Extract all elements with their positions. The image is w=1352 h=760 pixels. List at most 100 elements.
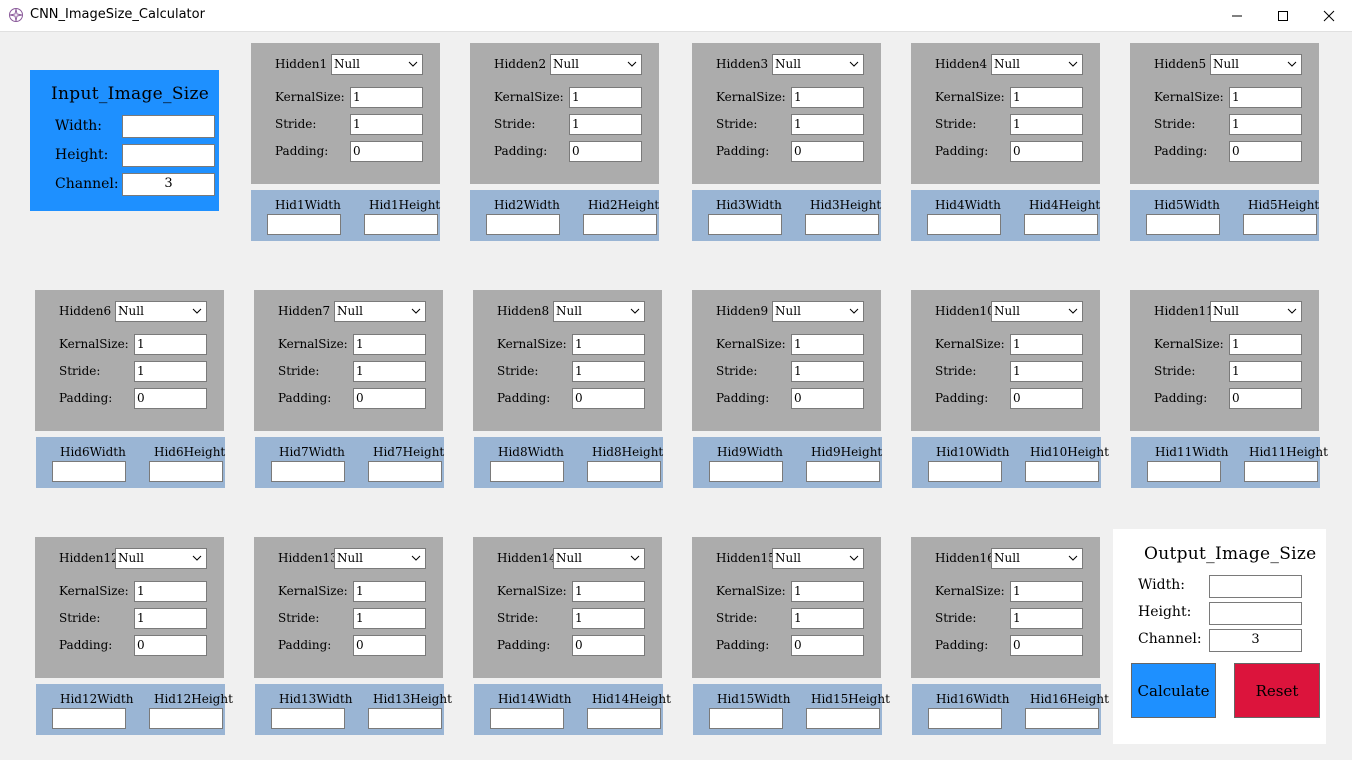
hidden14-padding-input[interactable]: 0 [572,635,645,656]
hidden2-height-output[interactable] [583,214,657,235]
hidden7-width-output[interactable] [271,461,345,482]
hidden1-width-output[interactable] [267,214,341,235]
hidden11-padding-input[interactable]: 0 [1229,388,1302,409]
hidden4-padding-input[interactable]: 0 [1010,141,1083,162]
hidden3-type-dropdown[interactable]: Null [772,54,864,75]
hidden5-height-output[interactable] [1243,214,1317,235]
hidden8-type-dropdown[interactable]: Null [553,301,645,322]
hidden13-padding-input[interactable]: 0 [353,635,426,656]
hidden5-padding-input[interactable]: 0 [1229,141,1302,162]
hidden11-width-output[interactable] [1147,461,1221,482]
hidden10-width-output[interactable] [928,461,1002,482]
hidden14-height-output[interactable] [587,708,661,729]
hidden15-padding-input[interactable]: 0 [791,635,864,656]
hidden6-stride-input[interactable]: 1 [134,361,207,382]
hidden4-stride-input[interactable]: 1 [1010,114,1083,135]
hidden11-kernel-input[interactable]: 1 [1229,334,1302,355]
hidden5-type-dropdown[interactable]: Null [1210,54,1302,75]
hidden3-stride-input[interactable]: 1 [791,114,864,135]
hidden16-height-output[interactable] [1025,708,1099,729]
maximize-button[interactable] [1260,0,1306,31]
hidden2-type-dropdown[interactable]: Null [550,54,642,75]
output-channel-field[interactable]: 3 [1209,629,1302,652]
hidden11-height-output[interactable] [1244,461,1318,482]
output-width-field[interactable] [1209,575,1302,598]
hidden1-stride-input[interactable]: 1 [350,114,423,135]
hidden6-width-output[interactable] [52,461,126,482]
hidden8-height-output[interactable] [587,461,661,482]
hidden16-type-dropdown[interactable]: Null [991,548,1083,569]
hidden1-type-dropdown[interactable]: Null [331,54,423,75]
input-height-field[interactable] [122,144,215,167]
hidden8-kernel-input[interactable]: 1 [572,334,645,355]
minimize-button[interactable] [1214,0,1260,31]
hidden2-kernel-input[interactable]: 1 [569,87,642,108]
hidden2-stride-input[interactable]: 1 [569,114,642,135]
hidden12-height-output[interactable] [149,708,223,729]
hidden15-kernel-input[interactable]: 1 [791,581,864,602]
hidden14-width-output[interactable] [490,708,564,729]
hidden10-padding-input[interactable]: 0 [1010,388,1083,409]
hidden14-stride-input[interactable]: 1 [572,608,645,629]
hidden6-type-dropdown[interactable]: Null [115,301,207,322]
hidden13-stride-input[interactable]: 1 [353,608,426,629]
hidden9-kernel-input[interactable]: 1 [791,334,864,355]
hidden3-kernel-input[interactable]: 1 [791,87,864,108]
hidden12-type-dropdown[interactable]: Null [115,548,207,569]
hidden4-height-output[interactable] [1024,214,1098,235]
reset-button[interactable]: Reset [1234,663,1320,718]
title-bar[interactable]: CNN_ImageSize_Calculator [0,0,1352,31]
close-button[interactable] [1306,0,1352,31]
hidden4-kernel-input[interactable]: 1 [1010,87,1083,108]
hidden8-padding-input[interactable]: 0 [572,388,645,409]
hidden16-width-output[interactable] [928,708,1002,729]
hidden5-width-output[interactable] [1146,214,1220,235]
hidden2-padding-input[interactable]: 0 [569,141,642,162]
hidden5-kernel-input[interactable]: 1 [1229,87,1302,108]
hidden10-stride-input[interactable]: 1 [1010,361,1083,382]
hidden1-kernel-input[interactable]: 1 [350,87,423,108]
hidden10-height-output[interactable] [1025,461,1099,482]
hidden15-stride-input[interactable]: 1 [791,608,864,629]
hidden13-height-output[interactable] [368,708,442,729]
hidden9-stride-input[interactable]: 1 [791,361,864,382]
hidden7-height-output[interactable] [368,461,442,482]
hidden4-type-dropdown[interactable]: Null [991,54,1083,75]
hidden14-kernel-input[interactable]: 1 [572,581,645,602]
hidden7-stride-input[interactable]: 1 [353,361,426,382]
hidden3-width-output[interactable] [708,214,782,235]
hidden16-stride-input[interactable]: 1 [1010,608,1083,629]
hidden1-padding-input[interactable]: 0 [350,141,423,162]
hidden9-height-output[interactable] [806,461,880,482]
hidden12-width-output[interactable] [52,708,126,729]
hidden11-stride-input[interactable]: 1 [1229,361,1302,382]
hidden15-type-dropdown[interactable]: Null [772,548,864,569]
hidden13-width-output[interactable] [271,708,345,729]
calculate-button[interactable]: Calculate [1131,663,1216,718]
hidden8-stride-input[interactable]: 1 [572,361,645,382]
hidden11-type-dropdown[interactable]: Null [1210,301,1302,322]
hidden9-padding-input[interactable]: 0 [791,388,864,409]
hidden16-kernel-input[interactable]: 1 [1010,581,1083,602]
hidden8-width-output[interactable] [490,461,564,482]
hidden12-stride-input[interactable]: 1 [134,608,207,629]
hidden4-width-output[interactable] [927,214,1001,235]
hidden13-kernel-input[interactable]: 1 [353,581,426,602]
hidden2-width-output[interactable] [486,214,560,235]
hidden1-height-output[interactable] [364,214,438,235]
hidden10-type-dropdown[interactable]: Null [991,301,1083,322]
hidden15-width-output[interactable] [709,708,783,729]
hidden13-type-dropdown[interactable]: Null [334,548,426,569]
hidden6-height-output[interactable] [149,461,223,482]
input-channel-field[interactable]: 3 [122,173,215,196]
output-height-field[interactable] [1209,602,1302,625]
hidden5-stride-input[interactable]: 1 [1229,114,1302,135]
hidden6-kernel-input[interactable]: 1 [134,334,207,355]
hidden14-type-dropdown[interactable]: Null [553,548,645,569]
hidden3-height-output[interactable] [805,214,879,235]
hidden7-padding-input[interactable]: 0 [353,388,426,409]
hidden7-kernel-input[interactable]: 1 [353,334,426,355]
hidden3-padding-input[interactable]: 0 [791,141,864,162]
hidden7-type-dropdown[interactable]: Null [334,301,426,322]
hidden12-padding-input[interactable]: 0 [134,635,207,656]
